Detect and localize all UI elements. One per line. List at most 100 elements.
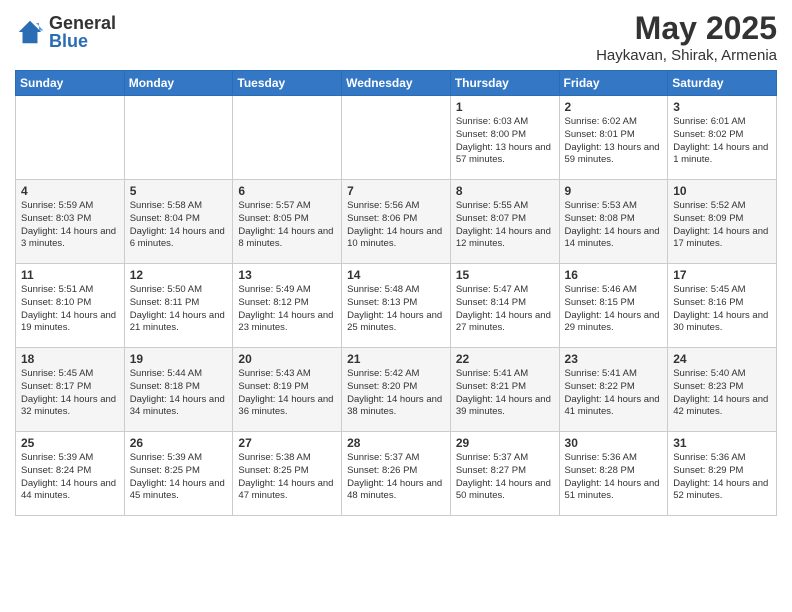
- day-info: Sunrise: 5:43 AM Sunset: 8:19 PM Dayligh…: [238, 368, 336, 419]
- day-number: 17: [673, 268, 771, 282]
- day-cell-1-1: 5 Sunrise: 5:58 AM Sunset: 8:04 PM Daylig…: [124, 180, 233, 264]
- day-info: Sunrise: 5:36 AM Sunset: 8:29 PM Dayligh…: [673, 452, 771, 503]
- day-info: Sunrise: 5:58 AM Sunset: 8:04 PM Dayligh…: [130, 200, 228, 251]
- day-number: 9: [565, 184, 663, 198]
- day-cell-3-6: 24 Sunrise: 5:40 AM Sunset: 8:23 PM Dayli…: [668, 348, 777, 432]
- day-cell-2-3: 14 Sunrise: 5:48 AM Sunset: 8:13 PM Dayli…: [342, 264, 451, 348]
- day-info: Sunrise: 5:52 AM Sunset: 8:09 PM Dayligh…: [673, 200, 771, 251]
- day-info: Sunrise: 5:37 AM Sunset: 8:27 PM Dayligh…: [456, 452, 554, 503]
- day-cell-2-1: 12 Sunrise: 5:50 AM Sunset: 8:11 PM Dayli…: [124, 264, 233, 348]
- day-number: 3: [673, 100, 771, 114]
- col-saturday: Saturday: [668, 71, 777, 96]
- day-info: Sunrise: 5:55 AM Sunset: 8:07 PM Dayligh…: [456, 200, 554, 251]
- day-number: 4: [21, 184, 119, 198]
- day-cell-4-5: 30Sunrise: 5:36 AM Sunset: 8:28 PM Dayli…: [559, 432, 668, 516]
- day-number: 27: [238, 436, 336, 450]
- day-info: Sunrise: 5:56 AM Sunset: 8:06 PM Dayligh…: [347, 200, 445, 251]
- day-cell-0-5: 2 Sunrise: 6:02 AM Sunset: 8:01 PM Daylig…: [559, 96, 668, 180]
- day-cell-0-6: 3Sunrise: 6:01 AM Sunset: 8:02 PM Daylig…: [668, 96, 777, 180]
- day-info: Sunrise: 5:41 AM Sunset: 8:21 PM Dayligh…: [456, 368, 554, 419]
- day-info: Sunrise: 5:41 AM Sunset: 8:22 PM Dayligh…: [565, 368, 663, 419]
- day-cell-4-1: 26 Sunrise: 5:39 AM Sunset: 8:25 PM Dayli…: [124, 432, 233, 516]
- calendar-title: May 2025: [596, 10, 777, 47]
- day-cell-0-1: [124, 96, 233, 180]
- logo-icon: [15, 17, 45, 47]
- day-cell-1-3: 7 Sunrise: 5:56 AM Sunset: 8:06 PM Daylig…: [342, 180, 451, 264]
- day-number: 26: [130, 436, 228, 450]
- day-info: Sunrise: 5:45 AM Sunset: 8:16 PM Dayligh…: [673, 284, 771, 335]
- day-info: Sunrise: 5:47 AM Sunset: 8:14 PM Dayligh…: [456, 284, 554, 335]
- week-row-4: 18Sunrise: 5:45 AM Sunset: 8:17 PM Dayli…: [16, 348, 777, 432]
- day-cell-3-5: 23Sunrise: 5:41 AM Sunset: 8:22 PM Dayli…: [559, 348, 668, 432]
- day-number: 21: [347, 352, 445, 366]
- col-thursday: Thursday: [450, 71, 559, 96]
- day-number: 25: [21, 436, 119, 450]
- day-number: 7: [347, 184, 445, 198]
- day-info: Sunrise: 5:48 AM Sunset: 8:13 PM Dayligh…: [347, 284, 445, 335]
- day-cell-1-0: 4 Sunrise: 5:59 AM Sunset: 8:03 PM Daylig…: [16, 180, 125, 264]
- day-info: Sunrise: 5:57 AM Sunset: 8:05 PM Dayligh…: [238, 200, 336, 251]
- day-info: Sunrise: 5:44 AM Sunset: 8:18 PM Dayligh…: [130, 368, 228, 419]
- day-cell-1-6: 10 Sunrise: 5:52 AM Sunset: 8:09 PM Dayli…: [668, 180, 777, 264]
- day-number: 12: [130, 268, 228, 282]
- calendar-header-row: Sunday Monday Tuesday Wednesday Thursday…: [16, 71, 777, 96]
- day-cell-3-4: 22 Sunrise: 5:41 AM Sunset: 8:21 PM Dayli…: [450, 348, 559, 432]
- header: General Blue May 2025 Haykavan, Shirak, …: [15, 10, 777, 64]
- day-number: 24: [673, 352, 771, 366]
- day-info: Sunrise: 5:50 AM Sunset: 8:11 PM Dayligh…: [130, 284, 228, 335]
- day-info: Sunrise: 5:38 AM Sunset: 8:25 PM Dayligh…: [238, 452, 336, 503]
- day-cell-1-4: 8Sunrise: 5:55 AM Sunset: 8:07 PM Daylig…: [450, 180, 559, 264]
- day-cell-4-3: 28Sunrise: 5:37 AM Sunset: 8:26 PM Dayli…: [342, 432, 451, 516]
- day-cell-1-2: 6 Sunrise: 5:57 AM Sunset: 8:05 PM Daylig…: [233, 180, 342, 264]
- day-cell-1-5: 9Sunrise: 5:53 AM Sunset: 8:08 PM Daylig…: [559, 180, 668, 264]
- day-cell-3-2: 20 Sunrise: 5:43 AM Sunset: 8:19 PM Dayli…: [233, 348, 342, 432]
- logo-blue-text: Blue: [49, 32, 116, 50]
- day-cell-2-4: 15 Sunrise: 5:47 AM Sunset: 8:14 PM Dayli…: [450, 264, 559, 348]
- day-cell-0-3: [342, 96, 451, 180]
- day-number: 15: [456, 268, 554, 282]
- day-cell-3-3: 21 Sunrise: 5:42 AM Sunset: 8:20 PM Dayli…: [342, 348, 451, 432]
- week-row-2: 4 Sunrise: 5:59 AM Sunset: 8:03 PM Daylig…: [16, 180, 777, 264]
- day-cell-4-4: 29 Sunrise: 5:37 AM Sunset: 8:27 PM Dayli…: [450, 432, 559, 516]
- logo-general-text: General: [49, 14, 116, 32]
- col-tuesday: Tuesday: [233, 71, 342, 96]
- day-info: Sunrise: 5:40 AM Sunset: 8:23 PM Dayligh…: [673, 368, 771, 419]
- day-info: Sunrise: 6:02 AM Sunset: 8:01 PM Dayligh…: [565, 116, 663, 167]
- day-number: 6: [238, 184, 336, 198]
- day-info: Sunrise: 5:59 AM Sunset: 8:03 PM Dayligh…: [21, 200, 119, 251]
- week-row-5: 25Sunrise: 5:39 AM Sunset: 8:24 PM Dayli…: [16, 432, 777, 516]
- day-cell-4-2: 27 Sunrise: 5:38 AM Sunset: 8:25 PM Dayli…: [233, 432, 342, 516]
- day-cell-2-0: 11Sunrise: 5:51 AM Sunset: 8:10 PM Dayli…: [16, 264, 125, 348]
- day-number: 29: [456, 436, 554, 450]
- calendar-subtitle: Haykavan, Shirak, Armenia: [596, 47, 777, 64]
- day-cell-4-0: 25Sunrise: 5:39 AM Sunset: 8:24 PM Dayli…: [16, 432, 125, 516]
- day-info: Sunrise: 5:36 AM Sunset: 8:28 PM Dayligh…: [565, 452, 663, 503]
- day-number: 2: [565, 100, 663, 114]
- day-info: Sunrise: 5:51 AM Sunset: 8:10 PM Dayligh…: [21, 284, 119, 335]
- day-cell-4-6: 31 Sunrise: 5:36 AM Sunset: 8:29 PM Dayli…: [668, 432, 777, 516]
- week-row-1: 1Sunrise: 6:03 AM Sunset: 8:00 PM Daylig…: [16, 96, 777, 180]
- title-block: May 2025 Haykavan, Shirak, Armenia: [596, 10, 777, 64]
- week-row-3: 11Sunrise: 5:51 AM Sunset: 8:10 PM Dayli…: [16, 264, 777, 348]
- day-number: 5: [130, 184, 228, 198]
- day-info: Sunrise: 5:42 AM Sunset: 8:20 PM Dayligh…: [347, 368, 445, 419]
- col-wednesday: Wednesday: [342, 71, 451, 96]
- day-cell-2-2: 13 Sunrise: 5:49 AM Sunset: 8:12 PM Dayli…: [233, 264, 342, 348]
- day-number: 18: [21, 352, 119, 366]
- day-number: 22: [456, 352, 554, 366]
- day-number: 31: [673, 436, 771, 450]
- col-monday: Monday: [124, 71, 233, 96]
- day-number: 14: [347, 268, 445, 282]
- day-number: 19: [130, 352, 228, 366]
- day-number: 10: [673, 184, 771, 198]
- day-info: Sunrise: 6:03 AM Sunset: 8:00 PM Dayligh…: [456, 116, 554, 167]
- day-number: 13: [238, 268, 336, 282]
- day-info: Sunrise: 5:46 AM Sunset: 8:15 PM Dayligh…: [565, 284, 663, 335]
- day-info: Sunrise: 5:49 AM Sunset: 8:12 PM Dayligh…: [238, 284, 336, 335]
- day-number: 20: [238, 352, 336, 366]
- calendar-table: Sunday Monday Tuesday Wednesday Thursday…: [15, 70, 777, 516]
- col-friday: Friday: [559, 71, 668, 96]
- day-number: 16: [565, 268, 663, 282]
- page: General Blue May 2025 Haykavan, Shirak, …: [0, 0, 792, 612]
- day-info: Sunrise: 5:39 AM Sunset: 8:25 PM Dayligh…: [130, 452, 228, 503]
